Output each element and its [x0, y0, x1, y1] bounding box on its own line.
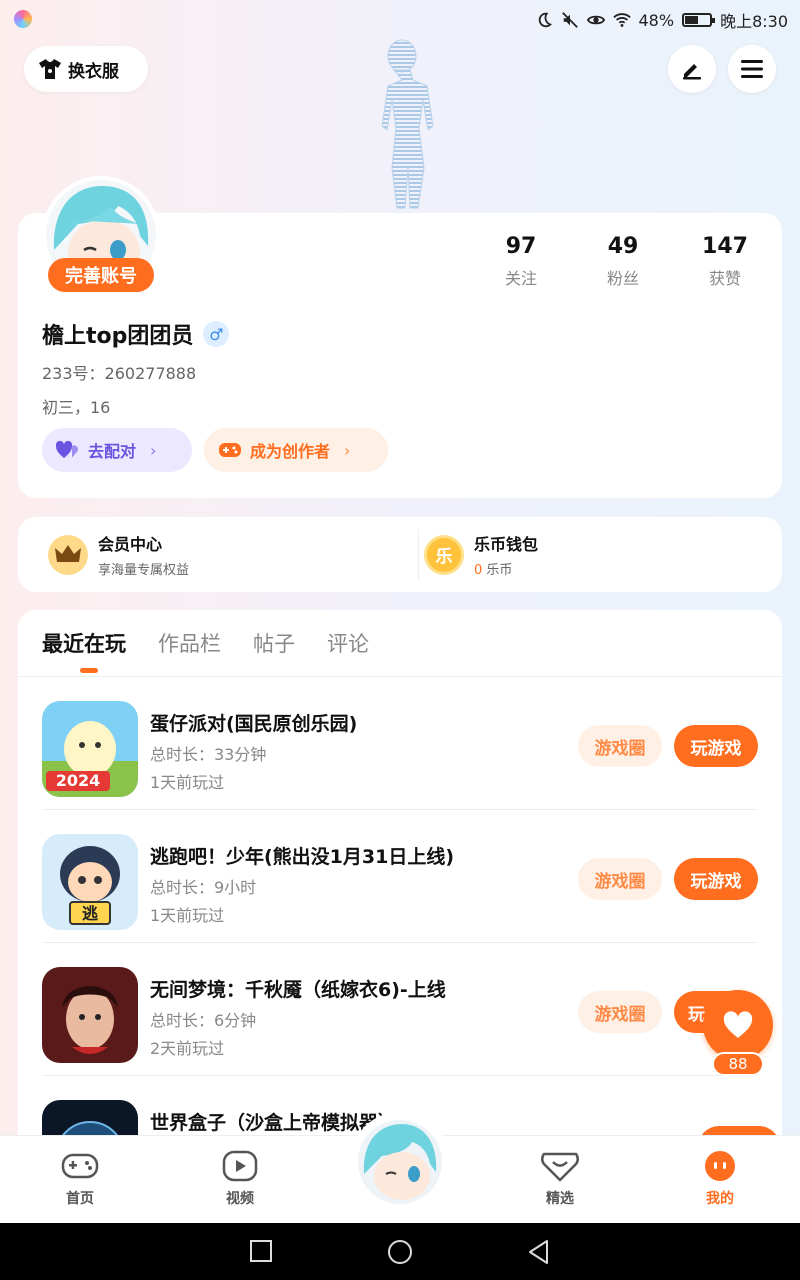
divider: [418, 529, 419, 580]
complete-account-badge[interactable]: 完善账号: [48, 258, 154, 292]
gamepad-icon: [61, 1153, 99, 1179]
face-icon: [705, 1151, 735, 1181]
status-bar: 48% 晚上8:30: [0, 0, 800, 36]
tab-comments[interactable]: 评论: [327, 628, 369, 658]
game-duration: 总时长：9小时: [150, 878, 257, 897]
stat-likes-label: 获赞: [708, 269, 741, 288]
coin-amount: 0: [474, 563, 483, 578]
member-center-subtitle: 享海量专属权益: [98, 563, 190, 578]
app-notification-icon: [14, 10, 32, 28]
clock: 晚上8:30: [720, 12, 788, 31]
battery-icon: [682, 13, 716, 27]
chevron-right-icon: ›: [150, 440, 157, 460]
nav-video[interactable]: 视频: [200, 1150, 280, 1208]
game-row[interactable]: 无间梦境：千秋魇（纸嫁衣6)-上线 总时长：6分钟 2天前玩过 游戏圈 玩: [42, 943, 758, 1076]
game-last-played: 1天前玩过: [150, 773, 225, 792]
nav-featured[interactable]: 精选: [520, 1150, 600, 1208]
game-last-played: 2天前玩过: [150, 1039, 225, 1058]
change-outfit-label: 换衣服: [68, 61, 119, 82]
stat-followers-label: 粉丝: [606, 269, 639, 288]
chevron-right-icon: ›: [344, 440, 351, 460]
username-row: 檐上top团团员 ♂: [42, 318, 230, 350]
stat-followers[interactable]: 49 粉丝: [583, 234, 663, 289]
vip-card: 会员中心 享海量专属权益 乐 乐币钱包 0 乐币: [18, 517, 782, 592]
nav-featured-label: 精选: [546, 1191, 574, 1207]
game-icon-year-text: 2024: [56, 771, 101, 790]
avatar-figure-hologram: [381, 39, 434, 209]
shirt-icon: [39, 59, 61, 79]
hearts-icon: [56, 440, 79, 458]
user-bio: 初三，16: [42, 398, 111, 417]
game-name: 蛋仔派对(国民原创乐园): [150, 713, 358, 735]
become-creator-label: 成为创作者: [250, 442, 331, 461]
recents-icon[interactable]: [249, 1239, 273, 1263]
nav-home-label: 首页: [66, 1191, 94, 1207]
tab-recent[interactable]: 最近在玩: [42, 628, 126, 673]
game-icon-escape-boy: 逃: [42, 834, 138, 930]
play-game-button[interactable]: 玩游戏: [674, 725, 758, 767]
member-center[interactable]: 会员中心 享海量专属权益: [48, 517, 189, 592]
profile-tabs: 最近在玩 作品栏 帖子 评论: [42, 628, 369, 673]
nav-video-label: 视频: [226, 1191, 254, 1207]
game-icon-escape-text: 逃: [82, 904, 99, 923]
crown-icon: [48, 534, 88, 575]
home-icon[interactable]: [387, 1239, 413, 1265]
user-id: 233号：260277888: [42, 364, 197, 383]
like-count-badge: 88: [712, 1052, 764, 1076]
wifi-icon: [612, 13, 631, 27]
coin-wallet[interactable]: 乐 乐币钱包 0 乐币: [424, 517, 538, 592]
game-icon-eggy-party: 2024: [42, 701, 138, 797]
battery-percent: 48%: [638, 10, 675, 30]
eye-icon: [586, 15, 605, 25]
heart-box-icon: [541, 1152, 579, 1182]
member-center-title: 会员中心: [98, 535, 163, 554]
game-circle-button[interactable]: 游戏圈: [578, 725, 662, 767]
tab-posts[interactable]: 帖子: [253, 628, 295, 658]
change-outfit-button[interactable]: 换衣服: [24, 46, 148, 92]
back-icon[interactable]: [527, 1239, 551, 1265]
nav-avatar-button[interactable]: [350, 1112, 450, 1212]
male-icon: ♂: [203, 321, 230, 347]
game-name: 无间梦境：千秋魇（纸嫁衣6)-上线: [150, 979, 446, 1001]
nav-mine-label: 我的: [706, 1191, 734, 1207]
mute-icon: [561, 12, 578, 28]
like-fab-button[interactable]: [703, 990, 773, 1060]
game-circle-button[interactable]: 游戏圈: [578, 858, 662, 900]
coin-unit: 乐币: [486, 563, 513, 578]
moon-icon: [538, 12, 552, 28]
stat-likes-count: 147: [702, 234, 748, 259]
username: 檐上top团团员: [42, 324, 194, 349]
game-duration: 总时长：33分钟: [150, 745, 267, 764]
coin-icon: 乐: [424, 534, 464, 575]
game-name: 逃跑吧！少年(熊出没1月31日上线): [150, 846, 455, 868]
stat-followers-count: 49: [607, 234, 639, 259]
tab-works[interactable]: 作品栏: [158, 628, 221, 658]
system-nav-bar: [0, 1223, 800, 1280]
pencil-icon: [683, 64, 701, 80]
gamepad-icon: [219, 443, 241, 457]
coin-wallet-title: 乐币钱包: [474, 535, 539, 554]
avatar-image: [358, 1120, 442, 1204]
stat-following-count: 97: [505, 234, 537, 259]
game-row[interactable]: 逃 逃跑吧！少年(熊出没1月31日上线) 总时长：9小时 1天前玩过 游戏圈 玩…: [42, 810, 758, 943]
nav-home[interactable]: 首页: [40, 1150, 120, 1208]
stat-likes[interactable]: 147 获赞: [685, 234, 765, 289]
stat-following-label: 关注: [504, 269, 537, 288]
game-icon-dreamland: [42, 967, 138, 1063]
play-game-button[interactable]: 玩游戏: [674, 858, 758, 900]
nav-mine[interactable]: 我的: [680, 1150, 760, 1208]
edit-profile-button[interactable]: [668, 45, 716, 93]
become-creator-button[interactable]: 成为创作者 ›: [204, 428, 388, 472]
menu-button[interactable]: [728, 45, 776, 93]
game-duration: 总时长：6分钟: [150, 1011, 257, 1030]
heart-icon: [723, 1011, 753, 1038]
game-last-played: 1天前玩过: [150, 906, 225, 925]
game-circle-button[interactable]: 游戏圈: [578, 991, 662, 1033]
play-video-icon: [222, 1150, 258, 1182]
match-button[interactable]: 去配对 ›: [42, 428, 192, 472]
hamburger-icon: [741, 60, 763, 78]
match-label: 去配对: [88, 442, 137, 461]
stat-following[interactable]: 97 关注: [481, 234, 561, 289]
game-row[interactable]: 2024 蛋仔派对(国民原创乐园) 总时长：33分钟 1天前玩过 游戏圈 玩游戏: [42, 677, 758, 810]
